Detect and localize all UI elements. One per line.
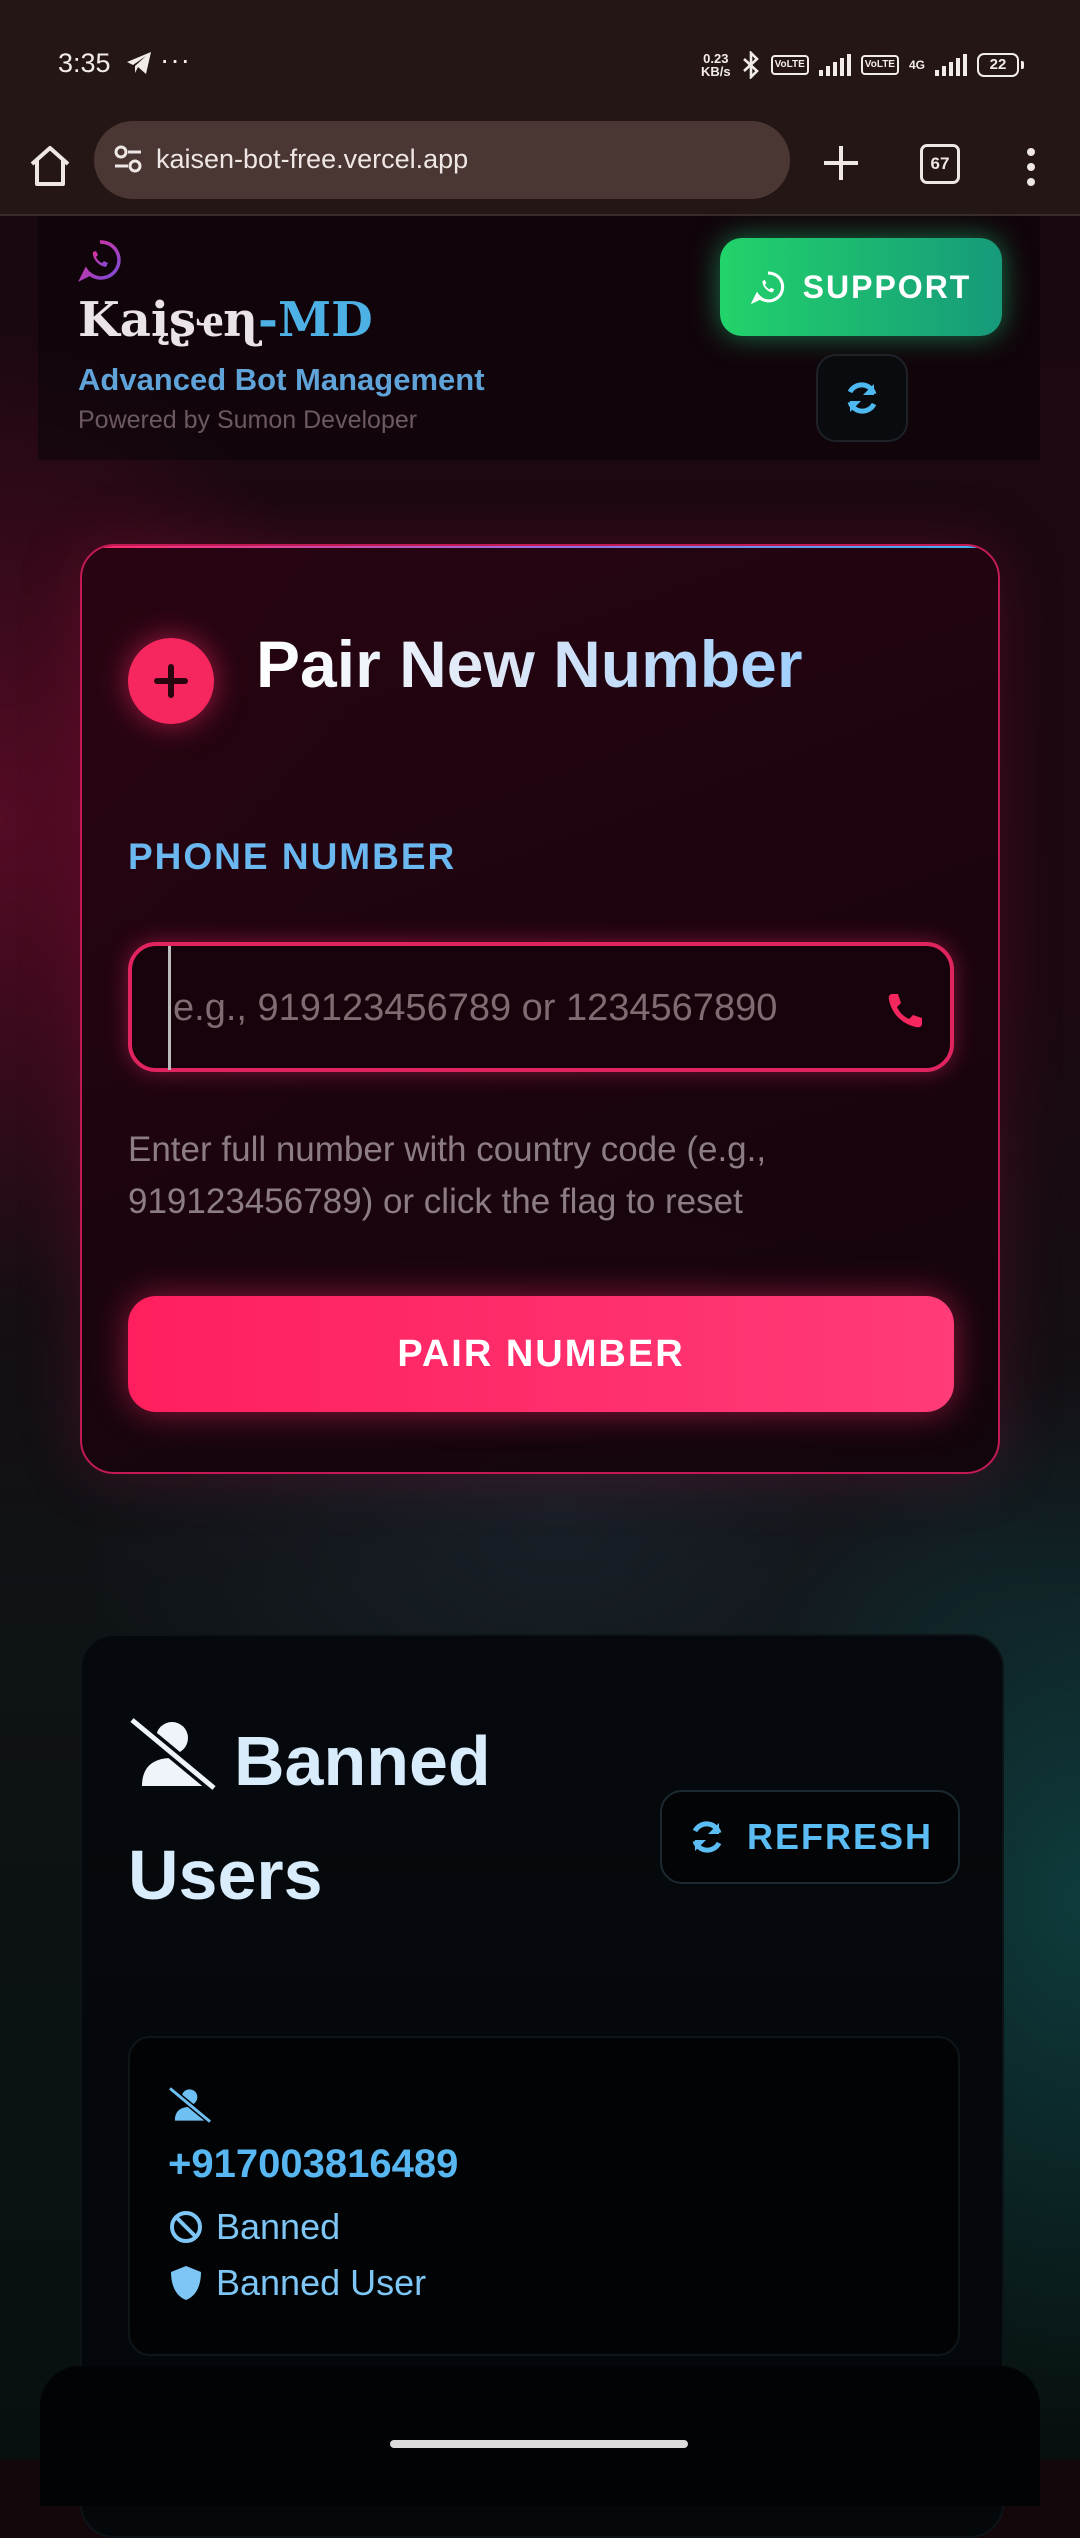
url-text[interactable]: kaisen-bot-free.vercel.app <box>156 144 468 175</box>
shield-icon <box>171 2266 201 2300</box>
pair-number-card: Pair New Number PHONE NUMBER Enter full … <box>80 544 1000 1474</box>
signal-bars-icon <box>935 54 967 76</box>
battery-icon: 22 <box>977 53 1024 77</box>
pair-number-button[interactable]: PAIR NUMBER <box>128 1296 954 1412</box>
bottom-panel <box>40 2366 1040 2506</box>
phone-number-field[interactable] <box>128 942 954 1072</box>
more-notifications-icon: ··· <box>160 44 191 75</box>
net-speed: 0.23 KB/s <box>700 51 731 79</box>
refresh-icon <box>847 382 877 414</box>
volte-badge: VoLTE <box>860 55 899 75</box>
whatsapp-icon <box>78 240 121 282</box>
volte-badge: VoLTE <box>770 55 809 75</box>
bluetooth-icon <box>742 51 759 79</box>
banned-user-status: Banned <box>168 2206 340 2248</box>
card-accent-line <box>102 546 982 548</box>
ban-icon <box>170 2211 202 2243</box>
status-icons: 0.23 KB/s VoLTE VoLTE 4G 22 <box>701 48 1024 82</box>
telegram-icon <box>127 52 151 74</box>
new-tab-icon[interactable] <box>816 138 866 188</box>
powered-by: Powered by Sumon Developer <box>78 406 418 434</box>
site-settings-icon[interactable] <box>112 143 144 175</box>
phone-number-input[interactable] <box>168 946 865 1070</box>
banned-users-title: Banned Users <box>128 1722 491 1914</box>
header-refresh-button[interactable] <box>816 354 908 442</box>
brand-title: Kaįʂҽɳ-MD <box>78 292 373 348</box>
user-slash-icon <box>168 2086 212 2124</box>
whatsapp-icon <box>750 271 784 304</box>
phone-number-hint: Enter full number with country code (e.g… <box>128 1130 767 1221</box>
support-button[interactable]: SUPPORT <box>720 238 1002 336</box>
home-icon[interactable] <box>24 140 76 192</box>
refresh-banned-button[interactable]: REFRESH <box>660 1790 960 1884</box>
banned-user-item: +917003816489 Banned Banned User <box>128 2036 960 2356</box>
status-bar: 3:35 ··· 0.23 KB/s VoLTE VoLTE 4G 22 <box>0 0 1080 118</box>
more-menu-icon[interactable] <box>1016 142 1046 192</box>
banned-user-number: +917003816489 <box>168 2142 459 2186</box>
signal-bars-icon <box>818 54 851 76</box>
tab-switcher-button[interactable]: 67 <box>920 144 960 184</box>
status-time: 3:35 <box>58 48 111 78</box>
brand-subtitle: Advanced Bot Management <box>78 362 485 397</box>
browser-toolbar: kaisen-bot-free.vercel.app 67 <box>0 118 1080 216</box>
phone-icon[interactable] <box>884 988 928 1032</box>
gesture-nav-handle[interactable] <box>390 2440 688 2448</box>
address-bar[interactable]: kaisen-bot-free.vercel.app <box>94 121 790 199</box>
phone-number-label: PHONE NUMBER <box>128 836 457 877</box>
refresh-label: REFRESH <box>746 1816 934 1857</box>
plus-icon <box>128 638 214 724</box>
network-type: 4G <box>908 58 925 72</box>
pair-card-title: Pair New Number <box>256 624 803 704</box>
banned-user-role: Banned User <box>168 2262 426 2304</box>
refresh-icon <box>692 1821 722 1853</box>
support-label: SUPPORT <box>802 268 972 305</box>
